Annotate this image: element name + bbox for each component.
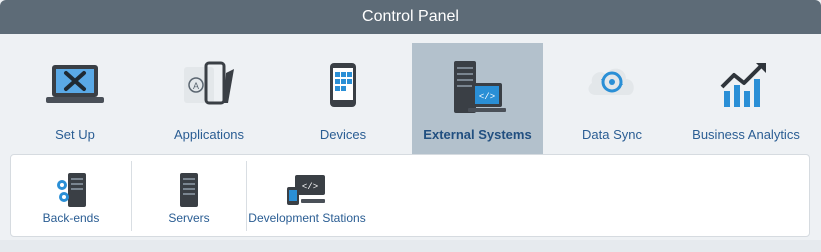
sub-item-back-ends[interactable]: Back-ends	[11, 155, 131, 236]
nav-item-label: Set Up	[55, 127, 95, 142]
nav-item-set-up[interactable]: Set Up	[10, 43, 140, 154]
nav-item-devices[interactable]: Devices	[278, 43, 408, 154]
sub-nav-panel: Back-ends Servers </> Development Statio…	[10, 154, 810, 237]
nav-item-label: Applications	[173, 127, 245, 142]
dev-station-icon: </>	[287, 173, 327, 212]
sub-item-servers[interactable]: Servers	[132, 155, 246, 236]
svg-text:</>: </>	[478, 92, 494, 102]
page-title: Control Panel	[362, 8, 459, 25]
svg-text:A: A	[193, 81, 199, 91]
server-monitor-icon: </>	[448, 61, 508, 120]
cloud-sync-icon	[584, 61, 640, 106]
sub-item-development-stations[interactable]: </> Development Stations	[247, 155, 367, 236]
nav-item-external-systems[interactable]: </> External Systems	[412, 43, 543, 154]
nav-item-applications[interactable]: A Applications	[144, 43, 274, 154]
nav-item-label: Devices	[319, 127, 367, 142]
svg-text:</>: </>	[302, 182, 318, 192]
trending-chart-icon	[720, 61, 772, 114]
nav-item-label: Business Analytics	[692, 127, 800, 142]
sub-item-label: Servers	[168, 211, 210, 225]
sub-item-label: Back-ends	[42, 211, 100, 225]
nav-item-business-analytics[interactable]: Business Analytics	[681, 43, 811, 154]
control-panel-header: Control Panel	[0, 0, 821, 34]
nav-item-label: Data Sync	[582, 127, 642, 142]
smartphone-icon	[328, 61, 358, 114]
server-icon	[179, 173, 199, 212]
server-gear-icon	[54, 173, 88, 212]
main-nav: Set Up A Applications Devices </> Extern…	[0, 43, 821, 154]
laptop-tools-icon	[46, 61, 104, 114]
nav-item-label: External Systems	[423, 127, 532, 142]
footer-strip	[0, 240, 821, 252]
app-phone-icon: A	[180, 61, 238, 114]
sub-item-label: Development Stations	[248, 211, 366, 225]
nav-item-data-sync[interactable]: Data Sync	[547, 43, 677, 154]
